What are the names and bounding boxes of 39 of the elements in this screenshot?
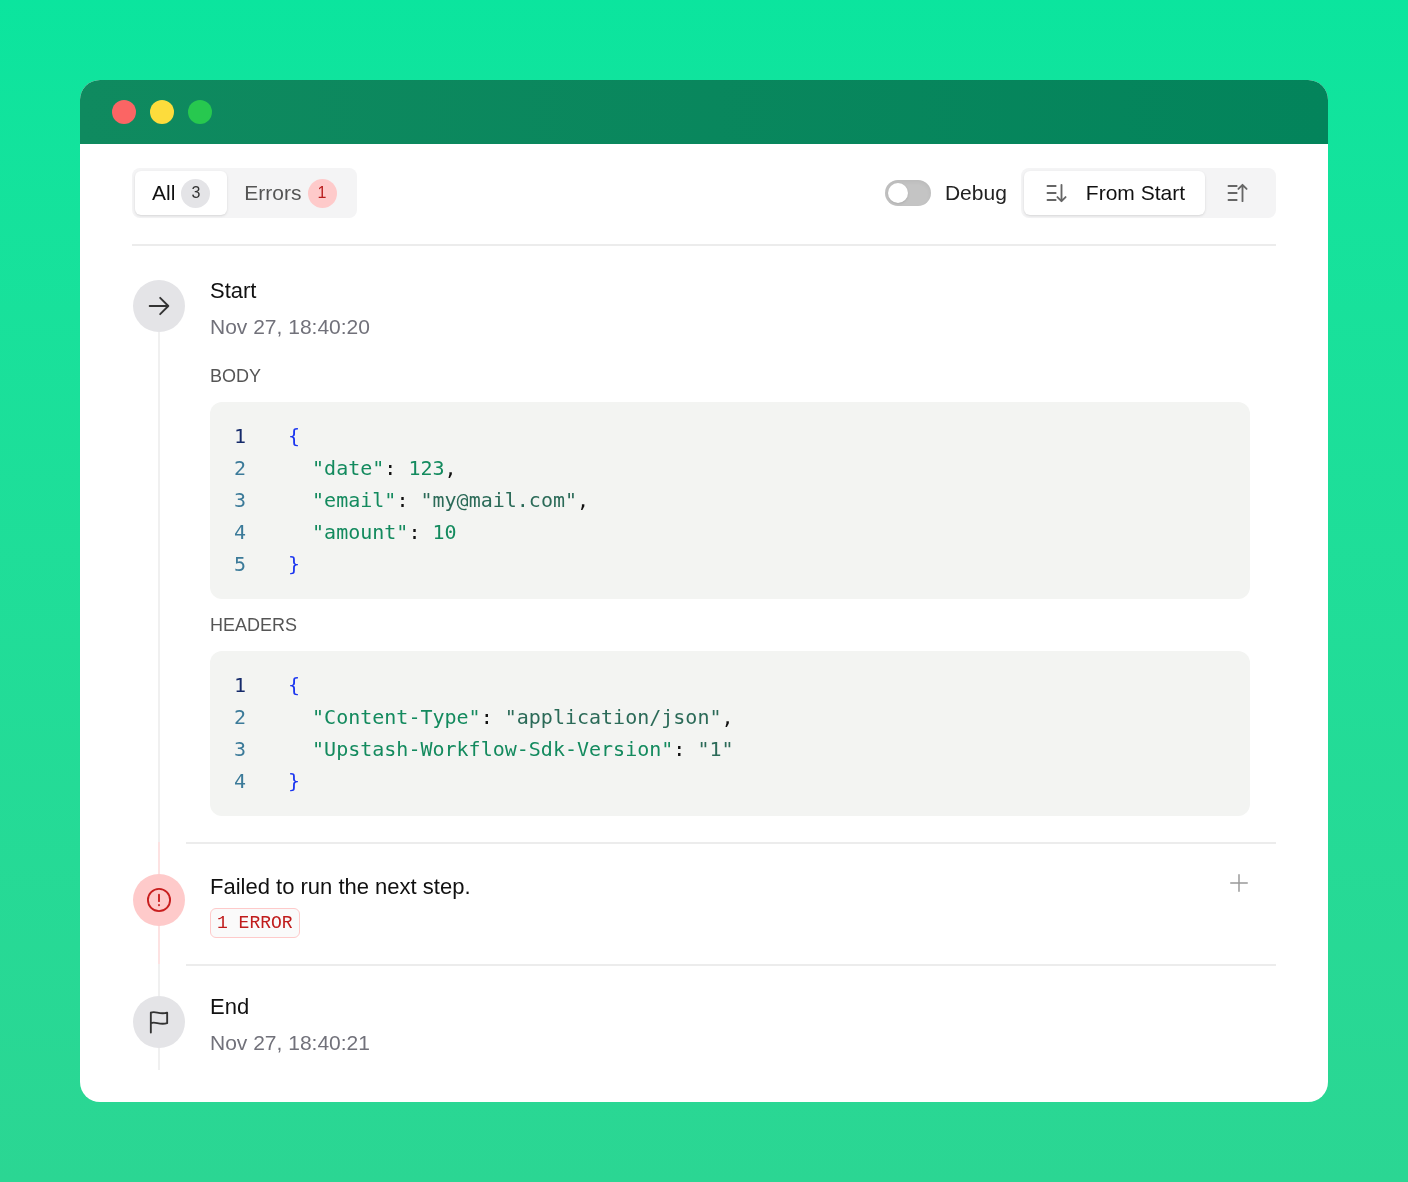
code-line: }: [288, 551, 301, 578]
step-time: Nov 27, 18:40:20: [210, 314, 371, 340]
filter-tab[interactable]: Errors 1: [227, 171, 354, 215]
close-button[interactable]: [112, 100, 136, 124]
step-title: Failed to run the next step.: [210, 873, 471, 901]
step-title: Start: [210, 277, 257, 305]
code-line: {: [288, 423, 301, 450]
section-label: BODY: [210, 365, 262, 388]
line-number: 1: [234, 423, 248, 450]
code-line: }: [288, 768, 301, 795]
code-line: "Upstash-Workflow-Sdk-Version": "1": [311, 736, 734, 763]
line-number: 2: [234, 704, 248, 731]
debug-switch[interactable]: [884, 180, 931, 206]
count-badge: 1: [307, 178, 337, 208]
line-number: 2: [234, 455, 248, 482]
filter-tab[interactable]: All 3: [135, 171, 228, 215]
minimize-button[interactable]: [150, 100, 174, 124]
step-time: Nov 27, 18:40:21: [210, 1030, 371, 1056]
section-label: HEADERS: [210, 614, 299, 637]
debug-label: Debug: [944, 180, 1007, 207]
sort-option[interactable]: From Start: [1023, 171, 1205, 215]
line-number: 3: [234, 487, 248, 514]
code-line: {: [288, 672, 301, 699]
code-line: "amount": 10: [311, 519, 457, 546]
step-title: End: [210, 993, 250, 1021]
plus-icon: [1228, 872, 1250, 894]
code-line: "email": "my@mail.com",: [311, 487, 590, 514]
line-number: 5: [234, 551, 248, 578]
count-badge: 3: [181, 178, 211, 208]
code-line: "Content-Type": "application/json",: [311, 704, 734, 731]
code-line: "date": 123,: [311, 455, 457, 482]
alert-circle-icon: [145, 886, 173, 914]
line-number: 3: [234, 736, 248, 763]
line-number: 4: [234, 519, 248, 546]
line-number: 4: [234, 768, 248, 795]
maximize-button[interactable]: [188, 100, 212, 124]
error-badge: 1 ERROR: [210, 908, 300, 938]
expand-button[interactable]: [1228, 872, 1250, 894]
line-number: 1: [234, 672, 248, 699]
